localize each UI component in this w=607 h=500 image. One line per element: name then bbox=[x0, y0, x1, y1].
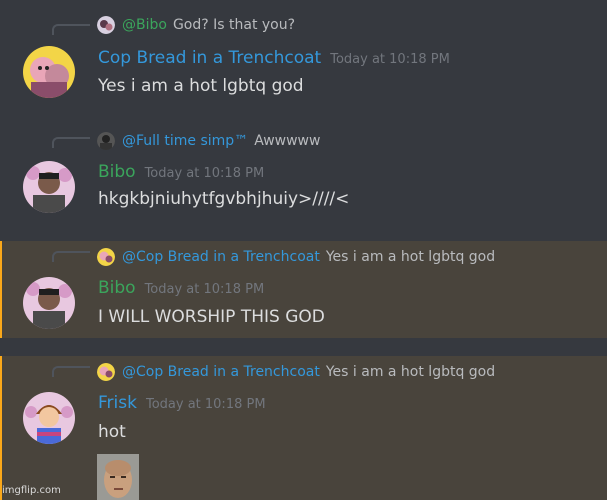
timestamp: Today at 10:18 PM bbox=[144, 166, 265, 181]
timestamp: Today at 10:18 PM bbox=[145, 397, 266, 412]
avatar-icon bbox=[23, 277, 75, 329]
reply-preview[interactable]: @Full time simp™ Awwwww bbox=[97, 132, 320, 150]
avatar-icon bbox=[97, 363, 115, 381]
reply-mention[interactable]: @Full time simp™ bbox=[122, 133, 248, 149]
username[interactable]: Cop Bread in a Trenchcoat bbox=[98, 48, 321, 68]
message-text: Yes i am a hot lgbtq god bbox=[98, 76, 304, 96]
reply-text: God? Is that you? bbox=[172, 17, 296, 33]
reply-spine bbox=[52, 366, 90, 377]
reply-preview[interactable]: @Bibo God? Is that you? bbox=[97, 16, 295, 34]
reply-spine bbox=[52, 24, 90, 35]
reply-mention[interactable]: @Bibo bbox=[122, 17, 167, 33]
timestamp: Today at 10:18 PM bbox=[330, 52, 450, 67]
message-4: @Cop Bread in a Trenchcoat Yes i am a ho… bbox=[0, 356, 607, 500]
message-1: @Bibo God? Is that you? Cop Bread in a T… bbox=[0, 0, 607, 112]
reply-preview[interactable]: @Cop Bread in a Trenchcoat Yes i am a ho… bbox=[97, 363, 495, 381]
message-text: hkgkbjniuhytfgvbhjhuiy>////< bbox=[98, 189, 350, 209]
reply-spine bbox=[52, 137, 90, 148]
reply-mention[interactable]: @Cop Bread in a Trenchcoat bbox=[122, 249, 320, 265]
sticker-image[interactable] bbox=[97, 454, 139, 500]
avatar-icon bbox=[23, 392, 75, 444]
reply-text: Yes i am a hot lgbtq god bbox=[325, 249, 496, 265]
avatar-icon bbox=[97, 16, 115, 34]
username[interactable]: Bibo bbox=[98, 162, 136, 182]
avatar[interactable] bbox=[23, 161, 75, 213]
message-3: @Cop Bread in a Trenchcoat Yes i am a ho… bbox=[0, 241, 607, 338]
message-text: hot bbox=[98, 422, 126, 442]
avatar-icon bbox=[23, 46, 75, 98]
reply-text: Yes i am a hot lgbtq god bbox=[325, 364, 496, 380]
avatar[interactable] bbox=[23, 277, 75, 329]
watermark: imgflip.com bbox=[2, 485, 61, 496]
avatar[interactable] bbox=[23, 46, 75, 98]
message-text: I WILL WORSHIP THIS GOD bbox=[98, 307, 325, 327]
avatar-icon bbox=[97, 248, 115, 266]
avatar-icon bbox=[23, 161, 75, 213]
reply-spine bbox=[52, 251, 90, 262]
username[interactable]: Bibo bbox=[98, 278, 136, 298]
message-2: @Full time simp™ Awwwww Bibo Today at 10… bbox=[0, 112, 607, 239]
reply-text: Awwwww bbox=[254, 133, 321, 149]
avatar[interactable] bbox=[23, 392, 75, 444]
username[interactable]: Frisk bbox=[98, 393, 137, 413]
reply-preview[interactable]: @Cop Bread in a Trenchcoat Yes i am a ho… bbox=[97, 248, 495, 266]
avatar-icon bbox=[97, 132, 115, 150]
sticker-face-icon bbox=[97, 454, 139, 500]
timestamp: Today at 10:18 PM bbox=[144, 282, 265, 297]
reply-mention[interactable]: @Cop Bread in a Trenchcoat bbox=[122, 364, 320, 380]
